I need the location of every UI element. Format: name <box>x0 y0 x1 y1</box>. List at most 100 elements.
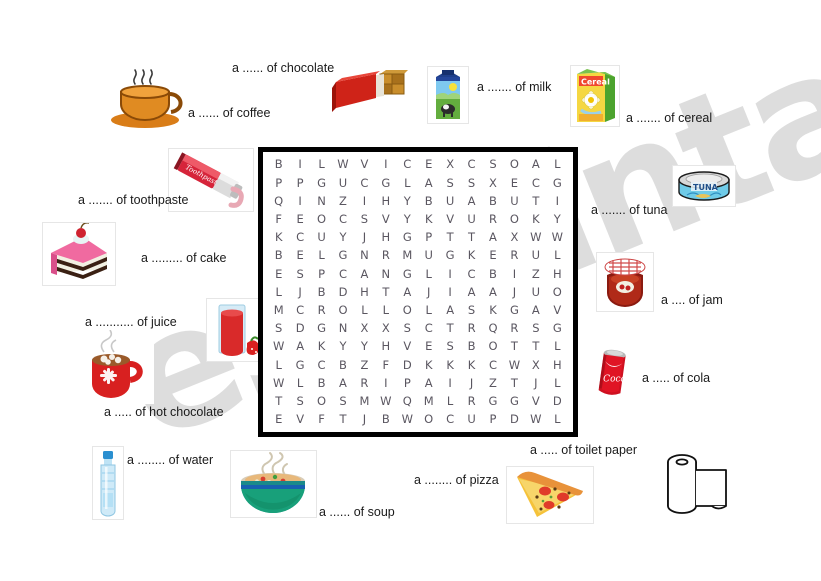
letter-cell[interactable]: J <box>525 374 546 392</box>
letter-cell[interactable]: K <box>461 356 482 374</box>
letter-cell[interactable]: L <box>311 156 332 174</box>
letter-cell[interactable]: E <box>418 338 439 356</box>
letter-cell[interactable]: C <box>311 356 332 374</box>
letter-cell[interactable]: W <box>547 229 568 247</box>
letter-cell[interactable]: Y <box>332 338 353 356</box>
letter-cell[interactable]: B <box>268 156 289 174</box>
letter-cell[interactable]: E <box>418 156 439 174</box>
letter-cell[interactable]: T <box>375 283 396 301</box>
letter-cell[interactable]: O <box>397 302 418 320</box>
letter-cell[interactable]: P <box>418 229 439 247</box>
letter-cell[interactable]: X <box>439 156 460 174</box>
letter-cell[interactable]: A <box>418 374 439 392</box>
letter-cell[interactable]: S <box>397 320 418 338</box>
letter-cell[interactable]: G <box>311 320 332 338</box>
letter-cell[interactable]: P <box>289 174 310 192</box>
letter-cell[interactable]: V <box>439 211 460 229</box>
letter-cell[interactable]: I <box>439 374 460 392</box>
letter-cell[interactable]: K <box>439 356 460 374</box>
letter-cell[interactable]: C <box>354 174 375 192</box>
letter-cell[interactable]: T <box>525 192 546 210</box>
letter-cell[interactable]: V <box>525 393 546 411</box>
letter-cell[interactable]: E <box>268 265 289 283</box>
letter-cell[interactable]: O <box>332 302 353 320</box>
letter-cell[interactable]: O <box>547 283 568 301</box>
letter-cell[interactable]: O <box>311 393 332 411</box>
letter-cell[interactable]: G <box>504 393 525 411</box>
letter-cell[interactable]: T <box>439 229 460 247</box>
letter-cell[interactable]: O <box>504 211 525 229</box>
letter-cell[interactable]: G <box>397 265 418 283</box>
letter-cell[interactable]: B <box>311 374 332 392</box>
letter-cell[interactable]: A <box>525 156 546 174</box>
letter-cell[interactable]: U <box>525 283 546 301</box>
letter-cell[interactable]: Q <box>268 192 289 210</box>
letter-cell[interactable]: R <box>482 211 503 229</box>
letter-cell[interactable]: E <box>289 211 310 229</box>
letter-grid[interactable]: BILWVICEXCSOALPPGUCGLASSXECGQINZIHYBUABU… <box>263 152 573 432</box>
letter-cell[interactable]: A <box>482 283 503 301</box>
letter-cell[interactable]: I <box>289 156 310 174</box>
letter-cell[interactable]: Y <box>397 192 418 210</box>
letter-cell[interactable]: X <box>354 320 375 338</box>
letter-cell[interactable]: D <box>332 283 353 301</box>
letter-cell[interactable]: H <box>354 283 375 301</box>
letter-cell[interactable]: Z <box>354 356 375 374</box>
letter-cell[interactable]: P <box>397 374 418 392</box>
letter-cell[interactable]: L <box>547 338 568 356</box>
letter-cell[interactable]: G <box>397 229 418 247</box>
letter-cell[interactable]: K <box>418 211 439 229</box>
letter-cell[interactable]: J <box>289 283 310 301</box>
letter-cell[interactable]: A <box>397 283 418 301</box>
letter-cell[interactable]: C <box>397 156 418 174</box>
letter-cell[interactable]: N <box>354 247 375 265</box>
letter-cell[interactable]: A <box>461 192 482 210</box>
letter-cell[interactable]: L <box>418 302 439 320</box>
letter-cell[interactable]: C <box>418 320 439 338</box>
letter-cell[interactable]: C <box>289 229 310 247</box>
letter-cell[interactable]: O <box>504 156 525 174</box>
letter-cell[interactable]: T <box>504 338 525 356</box>
letter-cell[interactable]: K <box>461 247 482 265</box>
letter-cell[interactable]: A <box>461 283 482 301</box>
letter-cell[interactable]: Z <box>482 374 503 392</box>
letter-cell[interactable]: M <box>268 302 289 320</box>
word-search-puzzle[interactable]: BILWVICEXCSOALPPGUCGLASSXECGQINZIHYBUABU… <box>258 147 578 437</box>
letter-cell[interactable]: B <box>268 247 289 265</box>
letter-cell[interactable]: T <box>332 411 353 429</box>
letter-cell[interactable]: Q <box>482 320 503 338</box>
letter-cell[interactable]: Q <box>397 393 418 411</box>
letter-cell[interactable]: X <box>375 320 396 338</box>
letter-cell[interactable]: G <box>547 320 568 338</box>
letter-cell[interactable]: X <box>525 356 546 374</box>
letter-cell[interactable]: Y <box>547 211 568 229</box>
letter-cell[interactable]: Y <box>332 229 353 247</box>
letter-cell[interactable]: K <box>311 338 332 356</box>
letter-cell[interactable]: B <box>482 192 503 210</box>
letter-cell[interactable]: T <box>268 393 289 411</box>
letter-cell[interactable]: F <box>268 211 289 229</box>
letter-cell[interactable]: L <box>289 374 310 392</box>
letter-cell[interactable]: B <box>375 411 396 429</box>
letter-cell[interactable]: A <box>439 302 460 320</box>
letter-cell[interactable]: G <box>332 247 353 265</box>
letter-cell[interactable]: I <box>439 265 460 283</box>
letter-cell[interactable]: L <box>547 411 568 429</box>
letter-cell[interactable]: B <box>482 265 503 283</box>
letter-cell[interactable]: J <box>354 411 375 429</box>
letter-cell[interactable]: C <box>461 156 482 174</box>
letter-cell[interactable]: L <box>375 302 396 320</box>
letter-cell[interactable]: T <box>439 320 460 338</box>
letter-cell[interactable]: L <box>397 174 418 192</box>
letter-cell[interactable]: U <box>439 192 460 210</box>
letter-cell[interactable]: F <box>311 411 332 429</box>
letter-cell[interactable]: G <box>504 302 525 320</box>
letter-cell[interactable]: L <box>311 247 332 265</box>
letter-cell[interactable]: I <box>439 283 460 301</box>
letter-cell[interactable]: G <box>375 174 396 192</box>
letter-cell[interactable]: B <box>332 356 353 374</box>
letter-cell[interactable]: N <box>375 265 396 283</box>
letter-cell[interactable]: B <box>461 338 482 356</box>
letter-cell[interactable]: W <box>504 356 525 374</box>
letter-cell[interactable]: L <box>268 356 289 374</box>
